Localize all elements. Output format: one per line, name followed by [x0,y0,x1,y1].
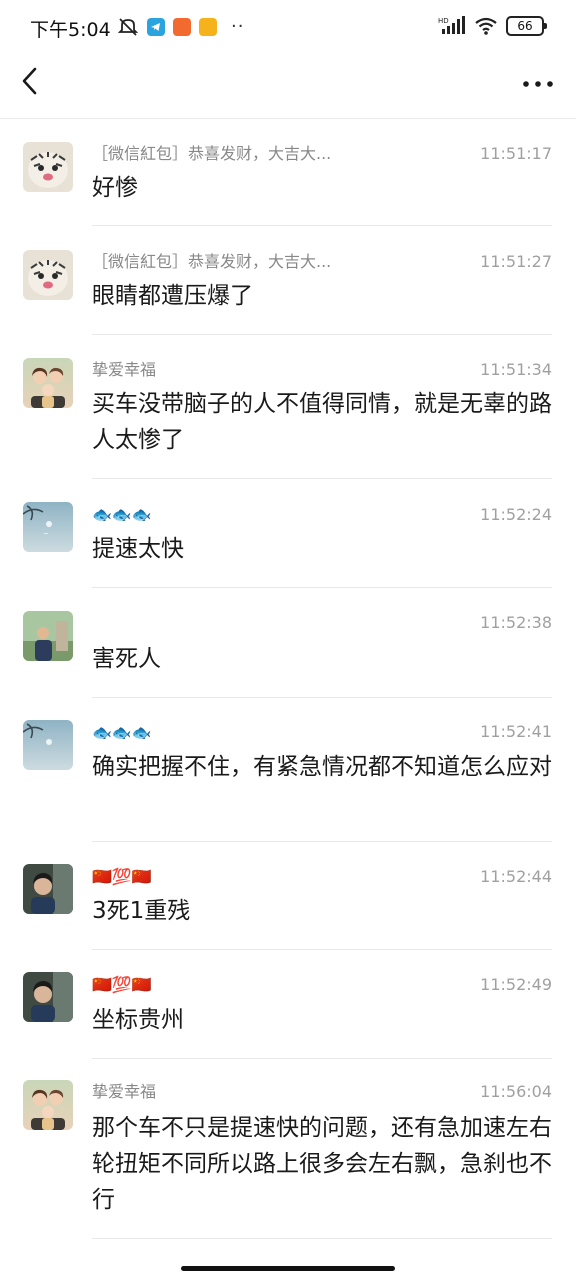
message-text: 3死1重残 [92,898,191,924]
sender-name: 🐟🐟🐟 [92,505,152,524]
message-time: 11:51:17 [480,144,552,163]
message-text: 害死人 [92,646,161,672]
message-time: 11:52:44 [480,867,552,886]
list-item[interactable]: 11:52:38 害死人 [0,609,576,697]
status-time: 下午5:04 [30,19,111,41]
sender-name: ［微信紅包］恭喜发财，大吉大... [92,144,332,163]
status-notification-icons: ·· [117,17,244,37]
more-options-icon[interactable] [520,64,556,94]
signal-icon: HD [438,16,465,34]
more-notifications-icon: ·· [231,16,245,37]
divider [92,1238,552,1239]
message-text: 确实把握不住，有紧急情况都不知道怎么应对 [92,754,552,780]
message-time: 11:52:49 [480,975,552,994]
avatar[interactable] [23,1080,73,1130]
avatar[interactable] [23,250,73,300]
mute-icon [117,18,139,36]
divider [92,334,552,335]
home-indicator[interactable] [181,1266,395,1271]
message-text: 提速太快 [92,536,184,562]
status-system-icons: HD 66 [438,16,547,36]
message-time: 11:52:41 [480,722,552,741]
avatar[interactable] [23,142,73,192]
battery-indicator: 66 [506,16,547,36]
message-text: 坐标贵州 [92,1007,184,1033]
avatar[interactable] [23,972,73,1022]
wifi-icon [475,17,497,35]
list-item[interactable]: 🇨🇳💯🇨🇳 11:52:44 3死1重残 [0,862,576,950]
avatar[interactable] [23,358,73,408]
message-text: 眼睛都遭压爆了 [92,283,253,309]
avatar[interactable] [23,720,73,770]
telegram-icon [147,18,165,36]
divider [92,225,552,226]
sender-name: 🇨🇳💯🇨🇳 [92,867,152,886]
message-text: 买车没带脑子的人不值得同情，就是无辜的路人太惨了 [92,391,552,453]
list-item[interactable]: 🇨🇳💯🇨🇳 11:52:49 坐标贵州 [0,970,576,1058]
message-text: 好惨 [92,175,138,201]
avatar[interactable] [23,864,73,914]
divider [92,697,552,698]
divider [92,949,552,950]
list-item[interactable]: 🐟🐟🐟 11:52:41 确实把握不住，有紧急情况都不知道怎么应对 [0,718,576,842]
svg-text:~: ~ [43,530,49,538]
divider [92,1058,552,1059]
divider [92,478,552,479]
sender-name: ［微信紅包］恭喜发财，大吉大... [92,252,332,271]
list-item[interactable]: ~ 🐟🐟🐟 11:52:24 提速太快 [0,500,576,588]
svg-text:HD: HD [438,17,449,25]
divider [92,587,552,588]
message-time: 11:52:38 [480,613,552,632]
message-time: 11:51:34 [480,360,552,379]
list-item[interactable]: ［微信紅包］恭喜发财，大吉大... 11:51:27 眼睛都遭压爆了 [0,246,576,334]
sender-name: 🇨🇳💯🇨🇳 [92,975,152,994]
status-bar: 下午5:04 ·· HD 66 [0,0,576,56]
message-time: 11:51:27 [480,252,552,271]
sender-name: 挚爱幸福 [92,360,157,379]
avatar[interactable] [23,611,73,661]
taobao-icon [173,18,191,36]
message-text: 那个车不只是提速快的问题，还有急加速左右轮扭矩不同所以路上很多会左右飘，急刹也不… [92,1115,552,1213]
list-item[interactable]: 挚爱幸福 11:56:04 那个车不只是提速快的问题，还有急加速左右轮扭矩不同所… [0,1080,576,1240]
back-arrow-icon[interactable] [14,62,50,98]
avatar[interactable]: ~ [23,502,73,552]
sender-name: 挚爱幸福 [92,1082,157,1101]
note-app-icon [199,18,217,36]
nav-bar [0,56,576,119]
sender-name: 🐟🐟🐟 [92,723,152,742]
list-item[interactable]: 挚爱幸福 11:51:34 买车没带脑子的人不值得同情，就是无辜的路人太惨了 [0,354,576,478]
message-time: 11:52:24 [480,505,552,524]
divider [92,841,552,842]
list-item[interactable]: ［微信紅包］恭喜发财，大吉大... 11:51:17 好惨 [0,138,576,226]
message-time: 11:56:04 [480,1082,552,1101]
